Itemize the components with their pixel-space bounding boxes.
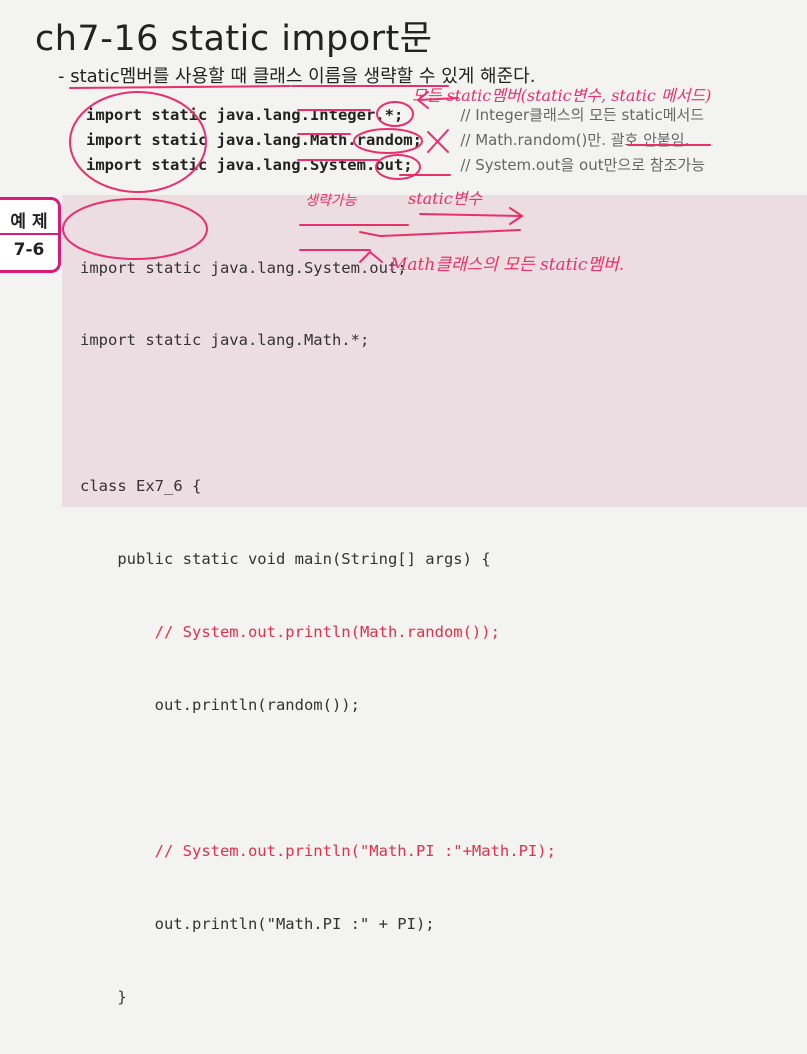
code-comment-line: // System.out.println("Math.PI :"+Math.P… bbox=[80, 841, 556, 860]
code-comment-line: // System.out.println(Math.random()); bbox=[80, 623, 500, 642]
code-line: import static java.lang.Math.*; bbox=[80, 331, 370, 350]
badge-number: 7-6 bbox=[13, 240, 45, 260]
handwritten-note: Math클래스의 모든 static멤버. bbox=[390, 255, 625, 275]
example-code: import static java.lang.System.out; impo… bbox=[80, 207, 556, 1054]
badge-divider bbox=[0, 233, 58, 235]
import-comment: // System.out을 out만으로 참조가능 bbox=[460, 156, 705, 174]
import-code: import static java.lang.Integer.*; bbox=[86, 106, 404, 124]
import-code: import static java.lang.System.out; bbox=[86, 156, 413, 174]
handwritten-note: 생략가능 bbox=[305, 193, 357, 209]
import-comment: // Integer클래스의 모든 static메서드 bbox=[460, 106, 705, 124]
import-line: import static java.lang.System.out; // S… bbox=[86, 153, 705, 178]
import-line: import static java.lang.Math.random; // … bbox=[86, 128, 705, 153]
import-line: import static java.lang.Integer.*; // In… bbox=[86, 103, 705, 128]
code-line: out.println(random()); bbox=[80, 695, 360, 714]
import-comment: // Math.random()만. 괄호 안붙임. bbox=[460, 131, 690, 149]
import-code: import static java.lang.Math.random; bbox=[86, 131, 422, 149]
example-badge: 예 제 7-6 bbox=[0, 197, 61, 273]
code-line: ​ bbox=[80, 401, 556, 425]
code-line: ​ bbox=[80, 766, 556, 790]
code-line: out.println("Math.PI :" + PI); bbox=[80, 914, 435, 933]
code-line: class Ex7_6 { bbox=[80, 477, 202, 496]
badge-label: 예 제 bbox=[10, 212, 48, 232]
code-line: } bbox=[80, 987, 127, 1006]
import-examples: import static java.lang.Integer.*; // In… bbox=[86, 103, 705, 178]
code-line: public static void main(String[] args) { bbox=[80, 550, 491, 569]
handwritten-note: 모든 static멤버(static변수, static 메서드) bbox=[412, 86, 712, 105]
slide-title: ch7-16 static import문 bbox=[35, 19, 433, 59]
handwritten-note: static변수 bbox=[408, 189, 483, 208]
